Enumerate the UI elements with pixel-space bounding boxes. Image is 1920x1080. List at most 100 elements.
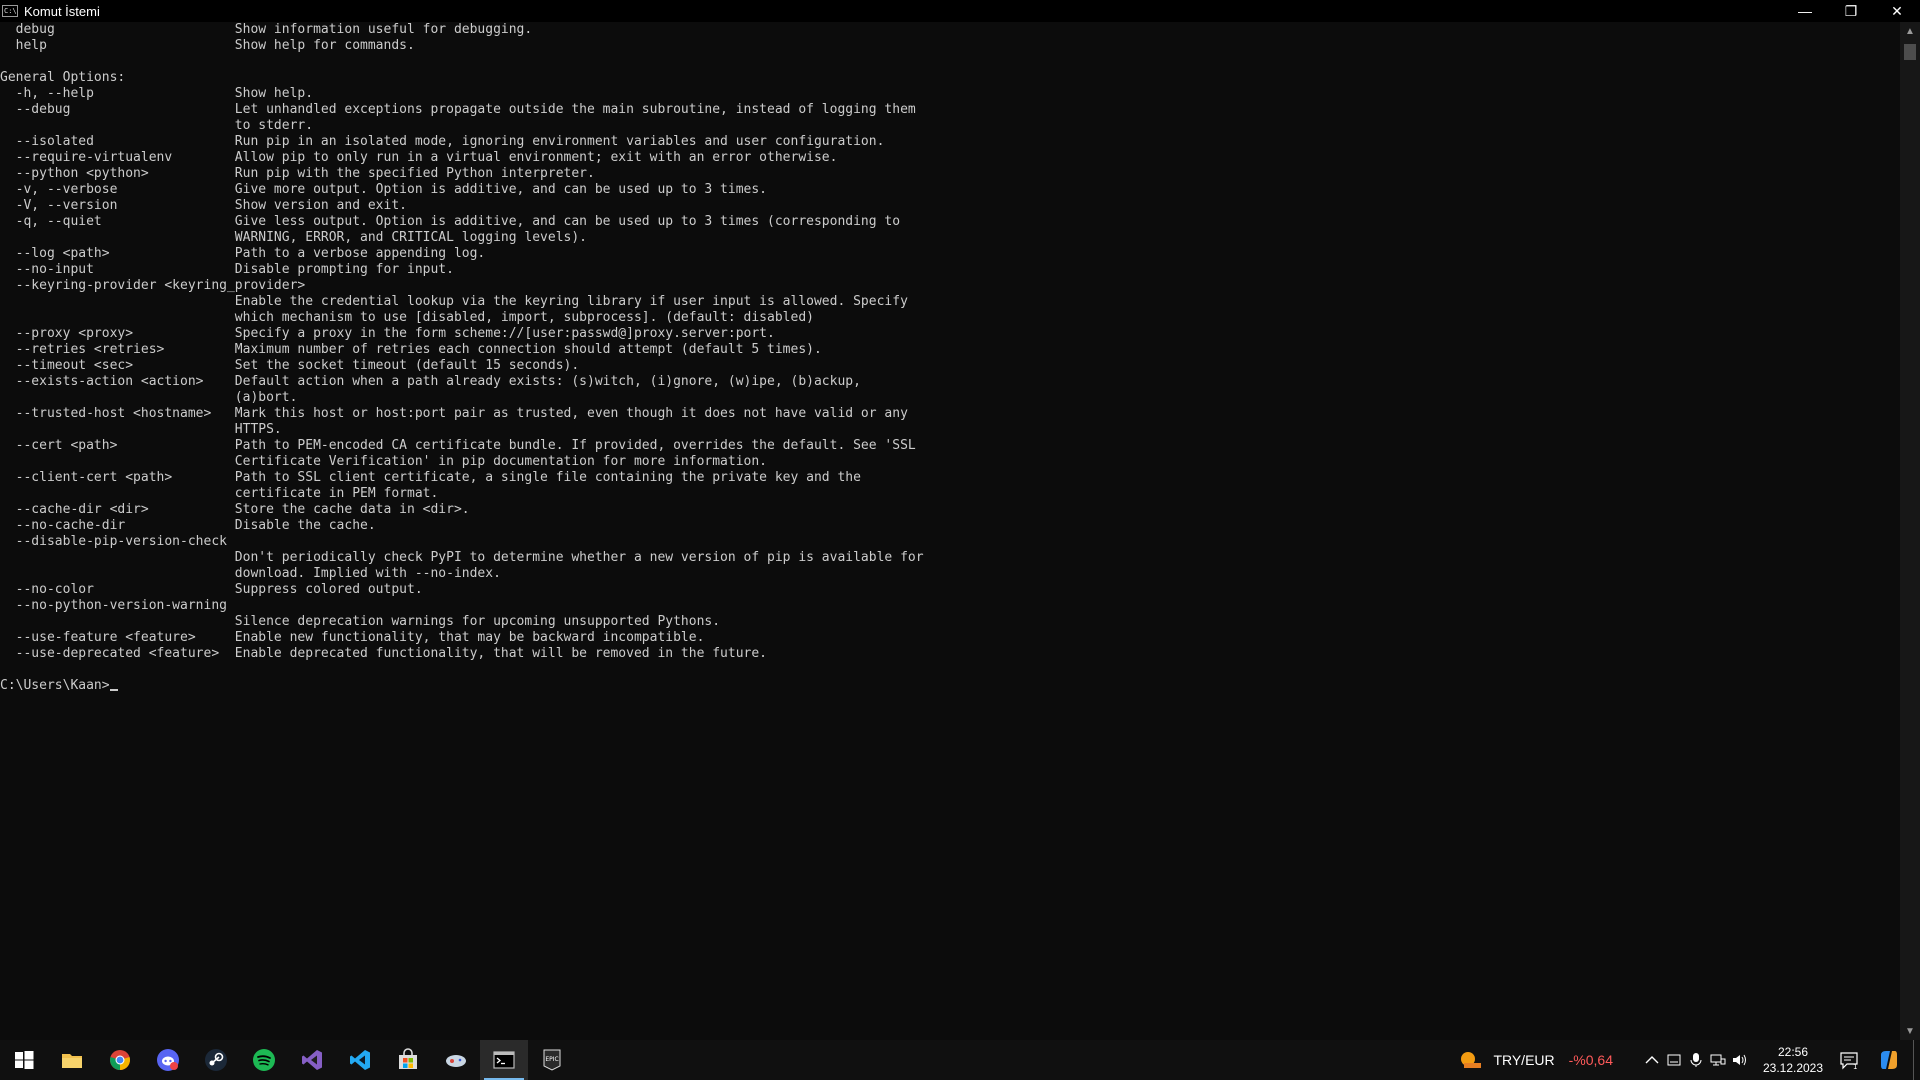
console-line: --keyring-provider <keyring_provider> [0,278,306,293]
chrome-icon [110,1050,130,1070]
taskbar-microsoft-store[interactable] [384,1040,432,1080]
clock[interactable]: 22:56 23.12.2023 [1757,1040,1829,1080]
console-line: download. Implied with --no-index. [0,566,501,581]
console-line: -v, --verbose Give more output. Option i… [0,182,768,197]
console-line: --timeout <sec> Set the socket timeout (… [0,358,580,373]
scroll-down-icon[interactable]: ▼ [1900,1022,1920,1040]
console-line: --client-cert <path> Path to SSL client … [0,470,861,485]
console-line: debug Show information useful for debugg… [0,22,533,37]
console-line: WARNING, ERROR, and CRITICAL logging lev… [0,230,587,245]
console-line: --use-feature <feature> Enable new funct… [0,630,705,645]
taskbar-app-9[interactable] [432,1040,480,1080]
console-line: Silence deprecation warnings for upcomin… [0,614,721,629]
console-line: HTTPS. [0,422,282,437]
taskbar-steam[interactable] [192,1040,240,1080]
cmd-icon: C:\ [2,5,18,17]
discord-icon [157,1049,179,1071]
clock-time: 22:56 [1777,1045,1809,1059]
console-line: Certificate Verification' in pip documen… [0,454,768,469]
network-icon[interactable] [1707,1040,1729,1080]
command-prompt: C:\Users\Kaan> [0,678,110,693]
scroll-up-icon[interactable]: ▲ [1900,22,1920,40]
currency-change: -%0,64 [1568,1052,1613,1068]
spotify-icon [253,1049,275,1071]
microphone-icon[interactable] [1685,1040,1707,1080]
taskbar-chrome[interactable] [96,1040,144,1080]
currency-widget[interactable]: TRY/EUR -%0,64 [1459,1049,1613,1071]
steam-icon [205,1049,227,1071]
console-line: --use-deprecated <feature> Enable deprec… [0,646,768,661]
console-line: which mechanism to use [disabled, import… [0,310,814,325]
console-line: Don't periodically check PyPI to determi… [0,550,924,565]
vertical-scrollbar[interactable]: ▲ ▼ [1900,22,1920,1040]
taskbar: EPIC TRY/EUR -%0,64 22:56 23.12.2023 1 [0,1040,1920,1080]
console-line: --exists-action <action> Default action … [0,374,861,389]
notification-icon: 1 [1840,1052,1858,1070]
epic-games-icon: EPIC [543,1049,561,1071]
system-tray: TRY/EUR -%0,64 22:56 23.12.2023 1 [1459,1040,1920,1080]
console-line: -h, --help Show help. [0,86,314,101]
start-button[interactable] [0,1040,48,1080]
console-line: -V, --version Show version and exit. [0,198,407,213]
console-line: --no-color Suppress colored output. [0,582,423,597]
folder-icon [62,1054,82,1068]
console-line: --no-input Disable prompting for input. [0,262,454,277]
console-line: --log <path> Path to a verbose appending… [0,246,486,261]
svg-text:EPIC: EPIC [545,1056,558,1063]
keyboard-icon[interactable] [1663,1040,1685,1080]
currency-pair: TRY/EUR [1493,1052,1555,1068]
copilot-button[interactable] [1869,1040,1909,1080]
console-line: --debug Let unhandled exceptions propaga… [0,102,916,117]
console-line: --no-python-version-warning [0,598,227,613]
console-line: Enable the credential lookup via the key… [0,294,908,309]
console-line: --proxy <proxy> Specify a proxy in the f… [0,326,775,341]
notification-count: 1 [1853,1063,1857,1070]
console-line: --retries <retries> Maximum number of re… [0,342,822,357]
volume-icon[interactable] [1729,1040,1751,1080]
console-line: --trusted-host <hostname> Mark this host… [0,406,908,421]
show-desktop-button[interactable] [1913,1040,1920,1080]
store-icon [399,1048,417,1069]
taskbar-spotify[interactable] [240,1040,288,1080]
minimize-button[interactable]: — [1782,0,1828,22]
console-line: --python <python> Run pip with the speci… [0,166,595,181]
visual-studio-icon [302,1050,322,1070]
clock-date: 23.12.2023 [1762,1061,1824,1075]
prompt-line[interactable]: C:\Users\Kaan> [0,678,1900,694]
taskbar-command-prompt[interactable] [480,1040,528,1080]
console-line: --cache-dir <dir> Store the cache data i… [0,502,470,517]
chevron-up-icon[interactable] [1641,1040,1663,1080]
console-line: certificate in PEM format. [0,486,439,501]
console-line: (a)bort. [0,390,298,405]
copilot-icon [1881,1051,1897,1069]
text-cursor [109,689,118,691]
console-line: --isolated Run pip in an isolated mode, … [0,134,885,149]
console-line: General Options: [0,70,126,85]
console-output[interactable]: debug Show information useful for debugg… [0,22,1900,1040]
scroll-thumb[interactable] [1904,44,1916,60]
console-line: --disable-pip-version-check [0,534,227,549]
restore-button[interactable]: ❐ [1828,0,1874,22]
taskbar-visual-studio[interactable] [288,1040,336,1080]
taskbar-epic-games[interactable]: EPIC [528,1040,576,1080]
console-line: --no-cache-dir Disable the cache. [0,518,376,533]
weather-news-icon [1461,1052,1482,1068]
vscode-icon [350,1050,370,1070]
gamepad-icon [446,1055,466,1067]
console-line: help Show help for commands. [0,38,415,53]
console-line: to stderr. [0,118,314,133]
taskbar-discord[interactable] [144,1040,192,1080]
title-bar: C:\ Komut İstemi — ❐ ✕ [0,0,1920,22]
console-lines: debug Show information useful for debugg… [0,22,1900,678]
windows-icon [15,1051,34,1069]
close-button[interactable]: ✕ [1874,0,1920,22]
taskbar-vscode[interactable] [336,1040,384,1080]
window-title: Komut İstemi [24,3,100,19]
console-line: --cert <path> Path to PEM-encoded CA cer… [0,438,916,453]
taskbar-file-explorer[interactable] [48,1040,96,1080]
console-line: --require-virtualenv Allow pip to only r… [0,150,838,165]
notification-center-button[interactable]: 1 [1829,1040,1869,1080]
console-line: -q, --quiet Give less output. Option is … [0,214,901,229]
